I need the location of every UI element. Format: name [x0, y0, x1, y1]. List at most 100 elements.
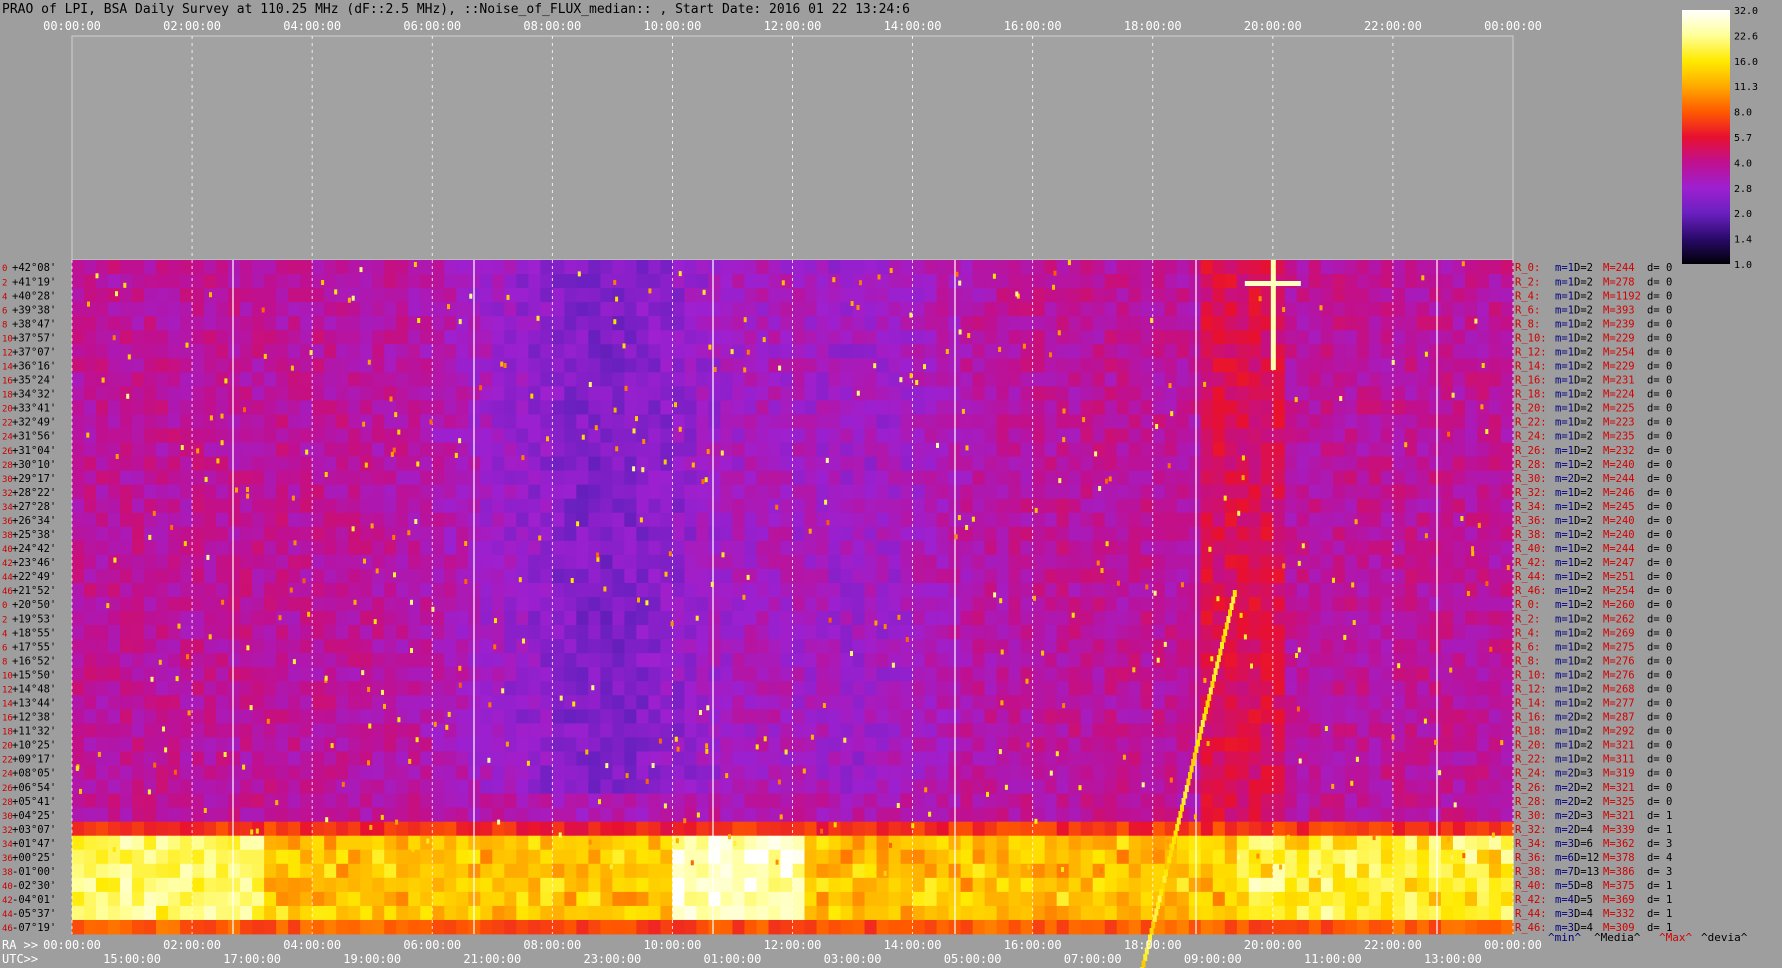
heatmap-cell	[972, 779, 986, 794]
heatmap-cell	[1368, 709, 1382, 724]
heatmap-cell	[612, 625, 625, 640]
heatmap-cell	[504, 611, 517, 626]
heatmap-cell	[804, 681, 818, 696]
heatmap-cell	[1248, 372, 1262, 387]
heatmap-cell	[1284, 372, 1298, 387]
heatmap-cell	[756, 484, 770, 500]
heatmap-cell	[1476, 807, 1490, 823]
heatmap-cell	[1368, 597, 1382, 612]
heatmap-cell	[1176, 709, 1190, 724]
heatmap-cell	[1080, 512, 1094, 528]
heatmap-cell	[588, 484, 601, 500]
heatmap-cell	[864, 667, 878, 682]
heatmap-cell	[924, 526, 938, 542]
heatmap-cell	[1128, 484, 1142, 500]
heatmap-cell	[396, 723, 409, 738]
heatmap-cell	[252, 526, 265, 542]
heatmap-cell	[72, 821, 85, 837]
heatmap-cell	[720, 723, 734, 738]
heatmap-cell	[828, 414, 842, 429]
heatmap-cell	[924, 681, 938, 696]
heatmap-cell	[72, 484, 85, 500]
heatmap-cell	[528, 765, 541, 780]
heatmap-cell	[300, 372, 313, 387]
heatmap-cell	[324, 484, 337, 500]
heatmap-cell	[1236, 400, 1250, 415]
heatmap-cell	[132, 442, 145, 457]
heatmap-cell	[1440, 597, 1454, 612]
heatmap-cell	[996, 358, 1010, 373]
heatmap-cell	[1224, 274, 1238, 289]
heatmap-cell	[444, 470, 457, 486]
heatmap-cell	[420, 751, 433, 766]
heatmap-cell	[828, 330, 842, 345]
heatmap-cell	[132, 751, 145, 766]
heatmap-cell	[1176, 723, 1190, 738]
heatmap-cell	[492, 835, 505, 851]
heatmap-cell	[1116, 526, 1130, 542]
heatmap-cell	[1308, 821, 1322, 837]
heatmap-cell	[588, 568, 601, 584]
heatmap-cell	[120, 765, 133, 780]
heatmap-cell	[1128, 344, 1142, 359]
heatmap-cell	[324, 512, 337, 528]
heatmap-cell	[648, 302, 662, 317]
heatmap-cell	[960, 582, 974, 598]
heatmap-cell	[1476, 765, 1490, 780]
heatmap-cell	[1356, 386, 1370, 401]
heatmap-cell	[780, 512, 794, 528]
heatmap-cell	[1080, 625, 1094, 640]
heatmap-cell	[744, 288, 758, 303]
heatmap-cell	[1176, 470, 1190, 486]
heatmap-cell	[1464, 344, 1478, 359]
heatmap-cell	[420, 302, 433, 317]
heatmap-cell	[624, 526, 637, 542]
heatmap-cell	[864, 779, 878, 794]
heatmap-cell	[1080, 288, 1094, 303]
heatmap-cell	[360, 302, 373, 317]
heatmap-cell	[120, 667, 133, 682]
heatmap-cell	[192, 709, 205, 724]
heatmap-cell	[708, 779, 722, 794]
heatmap-cell	[1284, 330, 1298, 345]
heatmap-cell	[900, 582, 914, 598]
heatmap-cell	[552, 653, 565, 668]
heatmap-cell	[288, 807, 301, 823]
heatmap-cell	[720, 639, 734, 654]
heatmap-cell	[108, 751, 121, 766]
heatmap-cell	[1248, 358, 1262, 373]
heatmap-cell	[936, 653, 950, 668]
heatmap-cell	[1068, 470, 1082, 486]
heatmap-cell	[1152, 667, 1166, 682]
heatmap-cell	[228, 540, 241, 556]
heatmap-cell	[780, 470, 794, 486]
heatmap-cell	[1164, 288, 1178, 303]
heatmap-cell	[588, 330, 601, 345]
heatmap-cell	[672, 470, 686, 486]
heatmap-cell	[1248, 723, 1262, 738]
heatmap-cell	[360, 779, 373, 794]
heatmap-cell	[912, 807, 926, 823]
heatmap-cell	[1440, 442, 1454, 457]
heatmap-cell	[84, 765, 97, 780]
heatmap-cell	[816, 611, 830, 626]
heatmap-cell	[1140, 611, 1154, 626]
heatmap-cell	[228, 288, 241, 303]
heatmap-cell	[1476, 414, 1490, 429]
heatmap-cell	[324, 386, 337, 401]
heatmap-cell	[120, 316, 133, 331]
heatmap-cell	[492, 386, 505, 401]
heatmap-cell	[732, 414, 746, 429]
heatmap-cell	[1236, 667, 1250, 682]
heatmap-cell	[456, 414, 469, 429]
heatmap-cell	[1308, 484, 1322, 500]
heatmap-cell	[1392, 765, 1406, 780]
heatmap-cell	[480, 260, 493, 275]
heatmap-cell	[324, 695, 337, 710]
heatmap-cell	[264, 737, 277, 752]
heatmap-cell	[564, 316, 577, 331]
heatmap-cell	[228, 582, 241, 598]
heatmap-cell	[828, 260, 842, 275]
heatmap-cell	[732, 484, 746, 500]
heatmap-cell	[936, 288, 950, 303]
